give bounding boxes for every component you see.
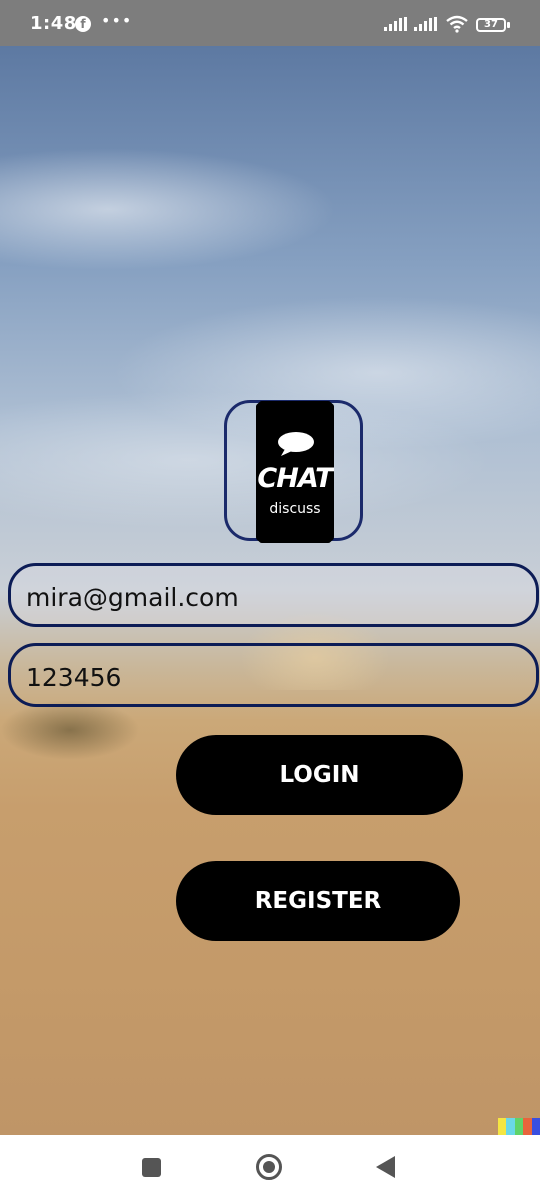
recents-icon[interactable]: [142, 1158, 161, 1177]
chat-bubble-icon: [278, 432, 314, 456]
wifi-icon: [446, 15, 468, 33]
status-time: 1:48: [30, 13, 77, 34]
home-icon[interactable]: [256, 1154, 282, 1180]
color-swatch: [531, 1118, 540, 1135]
color-swatch: [523, 1118, 532, 1135]
more-icon: •••: [101, 11, 133, 30]
color-swatch: [506, 1118, 515, 1135]
signal-icon: [384, 17, 407, 31]
register-button[interactable]: REGISTER: [176, 861, 460, 941]
battery-icon: 37: [476, 18, 506, 32]
status-bar: 1:48 f ••• 37: [0, 0, 540, 46]
battery-level: 37: [484, 19, 498, 30]
password-field[interactable]: [8, 643, 539, 707]
color-strip: [498, 1118, 540, 1135]
login-button[interactable]: LOGIN: [176, 735, 463, 815]
battery-tip: [507, 22, 510, 28]
email-field[interactable]: [8, 563, 539, 627]
navigation-bar: [0, 1135, 540, 1200]
facebook-icon: f: [75, 16, 91, 32]
color-swatch: [498, 1118, 507, 1135]
signal-icon: [414, 17, 437, 31]
color-swatch: [514, 1118, 524, 1135]
back-icon[interactable]: [376, 1156, 395, 1178]
dune-shadow: [0, 700, 140, 760]
logo-subtitle: discuss: [269, 501, 321, 517]
logo-title: CHAT: [257, 463, 333, 494]
app-logo: CHAT discuss: [256, 401, 334, 543]
